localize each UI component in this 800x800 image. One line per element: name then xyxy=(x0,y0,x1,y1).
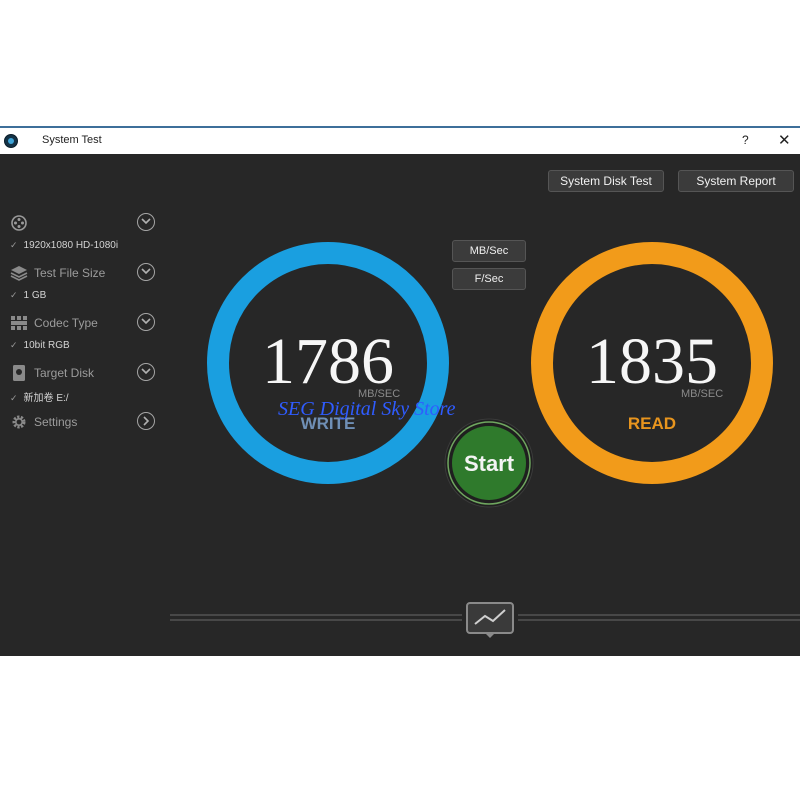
check-icon: ✓ xyxy=(10,290,18,300)
hard-disk-icon xyxy=(13,365,25,381)
sidebar-item-label: Codec Type xyxy=(34,316,98,330)
read-gauge: 1835 MB/SEC READ xyxy=(526,242,778,484)
chevron-down-icon[interactable] xyxy=(137,313,155,331)
write-gauge: 1786 MB/SEC WRITE xyxy=(202,242,454,484)
system-report-button[interactable]: System Report xyxy=(678,170,794,192)
sidebar-value-resolution: ✓ 1920x1080 HD-1080i xyxy=(10,240,118,251)
start-button[interactable]: Start xyxy=(442,418,536,508)
sidebar-item-label: Test File Size xyxy=(34,266,106,280)
title-bar: System Test ? ✕ xyxy=(0,128,800,154)
system-test-window: System Test ? ✕ System Disk Test System … xyxy=(0,126,800,656)
graph-divider xyxy=(170,614,800,621)
sidebar-item-resolution[interactable] xyxy=(10,213,160,232)
sidebar-value-target-disk: ✓ 新加卷 E:/ xyxy=(10,389,69,404)
window-title: System Test xyxy=(42,134,102,146)
stack-layers-icon xyxy=(10,266,28,281)
sidebar-item-settings[interactable]: Settings xyxy=(10,412,160,431)
chevron-down-icon[interactable] xyxy=(137,263,155,281)
system-disk-test-button[interactable]: System Disk Test xyxy=(548,170,664,192)
sidebar-value-text: 1920x1080 HD-1080i xyxy=(23,240,119,251)
sidebar-value-file-size: ✓ 1 GB xyxy=(10,290,46,301)
sidebar-item-label: Settings xyxy=(34,415,78,429)
chevron-right-icon[interactable] xyxy=(137,412,155,430)
frames-per-sec-toggle[interactable]: F/Sec xyxy=(452,268,526,290)
app-logo-icon xyxy=(4,134,18,148)
sidebar-value-text: 新加卷 E:/ xyxy=(23,393,69,404)
mb-per-sec-toggle[interactable]: MB/Sec xyxy=(452,240,526,262)
check-icon: ✓ xyxy=(10,240,18,250)
grid-codec-icon xyxy=(11,316,27,330)
sidebar-item-label: Target Disk xyxy=(34,366,95,380)
check-icon: ✓ xyxy=(10,393,18,403)
sidebar-value-codec: ✓ 10bit RGB xyxy=(10,340,70,351)
line-graph-icon[interactable] xyxy=(465,602,515,640)
sidebar-item-target-disk[interactable]: Target Disk xyxy=(10,363,160,382)
read-label: READ xyxy=(627,414,677,433)
read-speed-value: 1835 xyxy=(586,325,718,398)
chevron-down-icon[interactable] xyxy=(137,213,155,231)
sidebar-item-codec-type[interactable]: Codec Type xyxy=(10,313,160,332)
gear-icon xyxy=(12,415,26,429)
close-button[interactable]: ✕ xyxy=(778,131,791,149)
write-speed-value: 1786 xyxy=(262,325,394,398)
read-speed-unit: MB/SEC xyxy=(681,388,724,400)
sidebar-item-test-file-size[interactable]: Test File Size xyxy=(10,263,160,282)
check-icon: ✓ xyxy=(10,340,18,350)
help-button[interactable]: ? xyxy=(742,133,749,147)
sidebar-value-text: 1 GB xyxy=(23,290,47,301)
chevron-down-icon[interactable] xyxy=(137,363,155,381)
film-reel-icon xyxy=(11,215,27,231)
watermark-text: SEG Digital Sky Store xyxy=(278,398,456,420)
start-label: Start xyxy=(463,451,515,476)
sidebar-value-text: 10bit RGB xyxy=(23,340,70,351)
